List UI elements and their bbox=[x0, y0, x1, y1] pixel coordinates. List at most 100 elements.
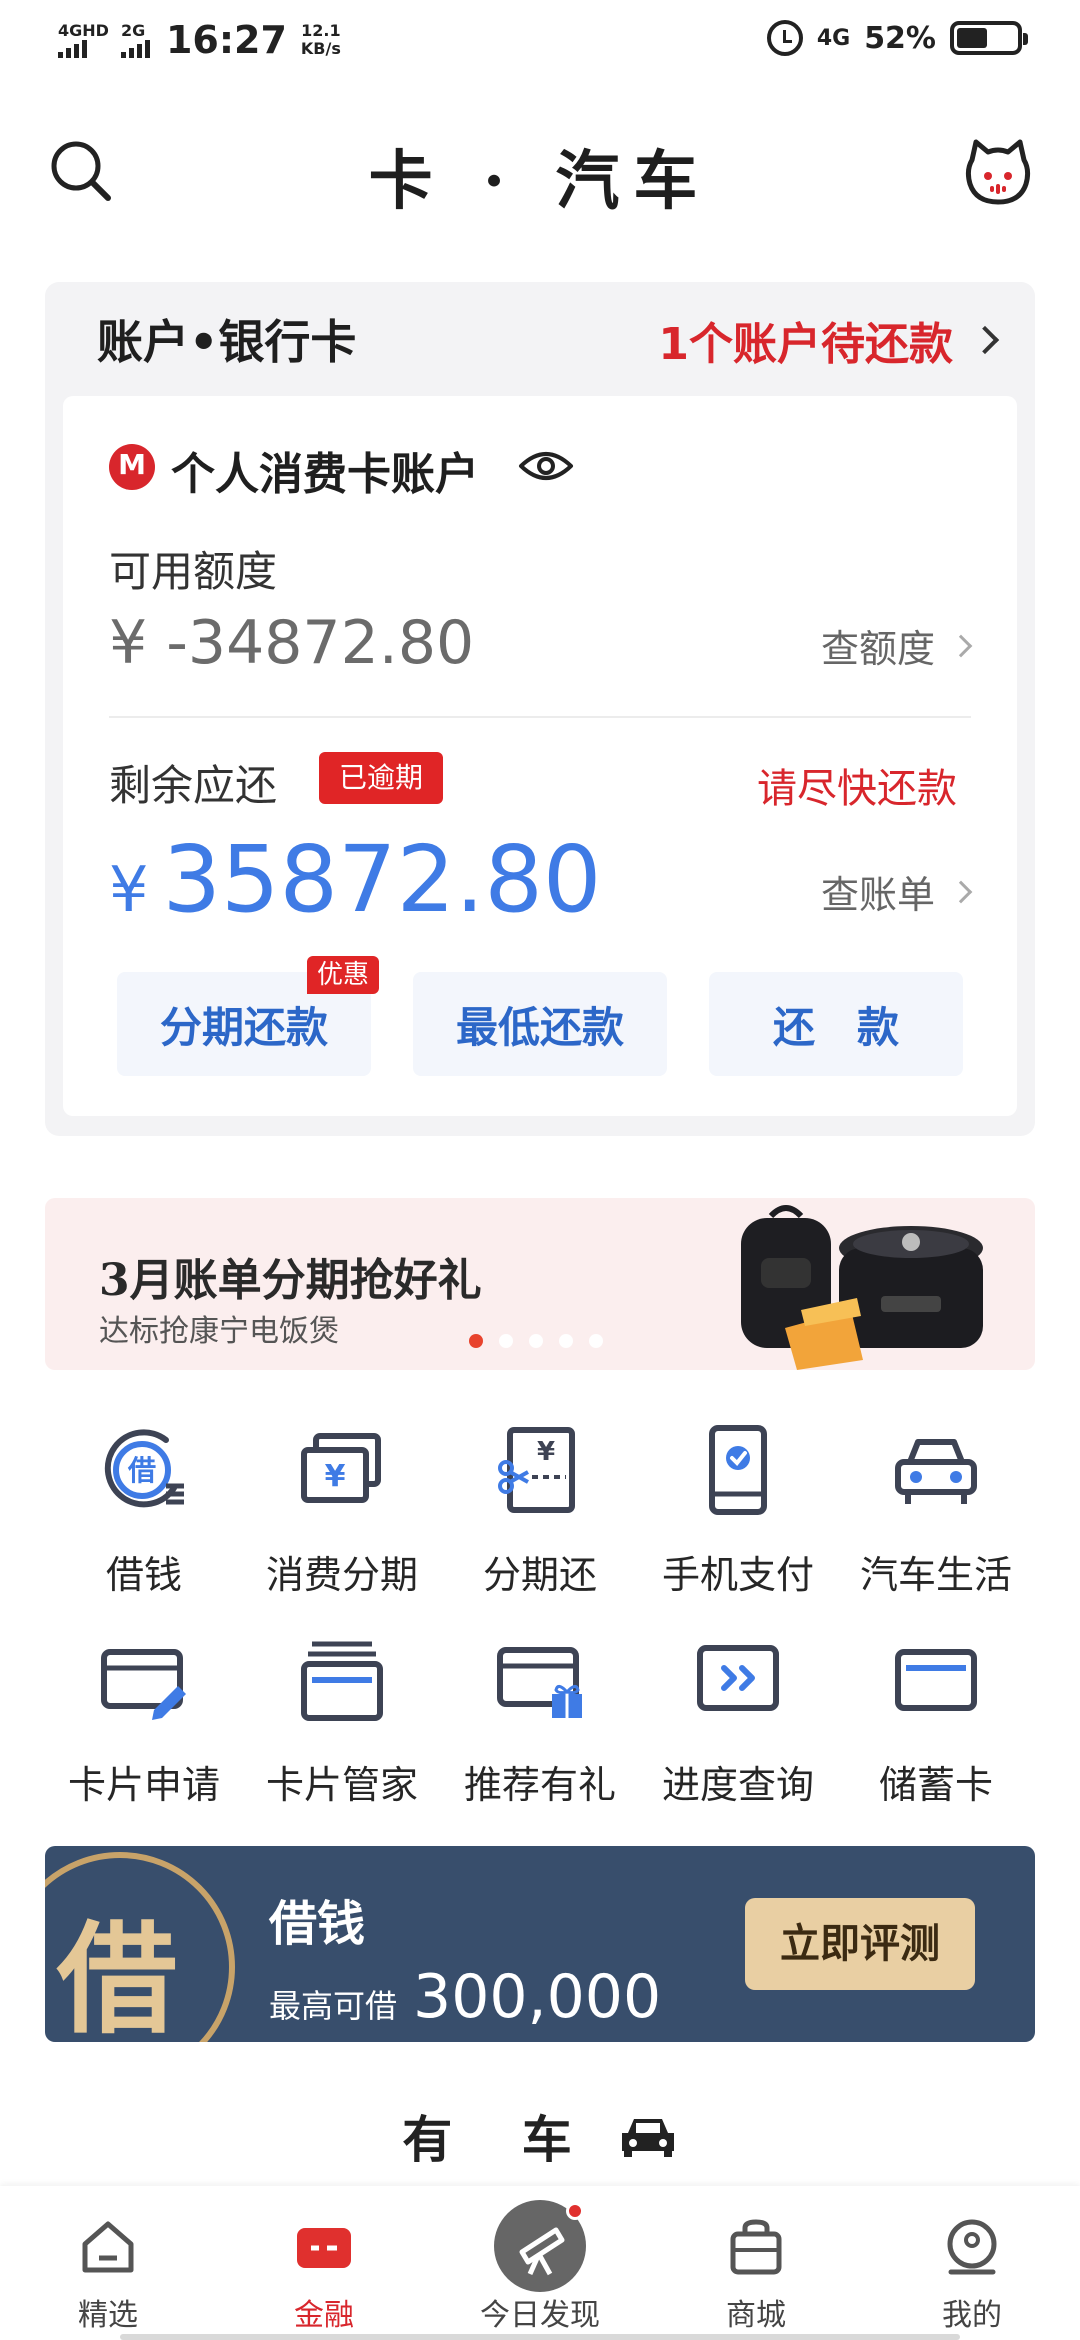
service-row: 借 借钱 ¥ 消费分期 ¥ 分期还 手机支付 汽车生活 bbox=[45, 1410, 1035, 1620]
loan-seal-character: 借 bbox=[57, 1909, 177, 2042]
nav-label: 金融 bbox=[294, 2298, 354, 2333]
promo-banner[interactable]: 3月账单分期抢好礼 达标抢康宁电饭煲 bbox=[45, 1198, 1035, 1370]
loan-title: 借钱 bbox=[269, 1896, 366, 1952]
service-item-progress-query[interactable]: 进度查询 bbox=[639, 1620, 837, 1830]
check-quota-link[interactable]: 查额度 bbox=[820, 618, 973, 673]
service-label: 卡片申请 bbox=[67, 1763, 220, 1807]
eye-icon[interactable] bbox=[518, 446, 574, 486]
service-item-debit-card[interactable]: 储蓄卡 bbox=[837, 1620, 1035, 1830]
signal-2: 2G bbox=[120, 21, 150, 58]
remaining-due-amount: ¥ 35872.80 bbox=[109, 826, 601, 933]
signal-bars-icon bbox=[120, 40, 150, 58]
service-label: 推荐有礼 bbox=[463, 1763, 616, 1807]
network-type-1: 4GHD bbox=[58, 21, 109, 40]
service-label: 卡片管家 bbox=[265, 1763, 418, 1807]
status-right: 4G 52% bbox=[766, 20, 1028, 56]
service-item-card-manager[interactable]: 卡片管家 bbox=[243, 1620, 441, 1830]
service-item-loan[interactable]: 借 借钱 bbox=[45, 1410, 243, 1620]
svg-text:借: 借 bbox=[127, 1454, 156, 1487]
section-title: 有 车 bbox=[402, 2110, 598, 2169]
bank-logo-icon bbox=[109, 444, 155, 490]
telescope-icon bbox=[494, 2200, 586, 2292]
loan-limit-label: 最高可借 bbox=[269, 1987, 398, 2025]
carousel-dot[interactable] bbox=[469, 1334, 483, 1348]
promo-subtitle: 达标抢康宁电饭煲 bbox=[99, 1314, 339, 1349]
service-label: 手机支付 bbox=[661, 1553, 814, 1597]
progress-query-icon bbox=[697, 1645, 779, 1711]
app-header: 卡 · 汽车 bbox=[0, 120, 1080, 220]
installment-repay-icon: ¥ bbox=[498, 1427, 575, 1513]
available-credit-label: 可用额度 bbox=[109, 547, 278, 596]
repay-button[interactable]: 还 款 bbox=[709, 972, 963, 1076]
status-left: 4GHD 2G 16:27 12.1 KB/s bbox=[58, 18, 341, 62]
home-icon bbox=[82, 2221, 134, 2273]
bottom-nav: 精选 金融 今日发现 商城 我的 bbox=[0, 2186, 1080, 2340]
nav-item-mall[interactable]: 商城 bbox=[648, 2186, 864, 2340]
service-grid: 借 借钱 ¥ 消费分期 ¥ 分期还 手机支付 汽车生活 卡片申请 卡片管家 推荐… bbox=[45, 1410, 1035, 1830]
nav-item-discover[interactable]: 今日发现 bbox=[432, 2186, 648, 2340]
divider bbox=[109, 716, 971, 718]
remaining-due-value: 35872.80 bbox=[162, 826, 602, 933]
car-icon bbox=[621, 2119, 674, 2157]
car-icon bbox=[895, 1439, 977, 1504]
evaluate-now-button[interactable]: 立即评测 bbox=[745, 1898, 975, 1990]
section-heading: 有 车 bbox=[0, 2100, 1080, 2172]
notification-dot bbox=[566, 2202, 584, 2220]
carousel-dot[interactable] bbox=[589, 1334, 603, 1348]
service-item-installment-repay[interactable]: ¥ 分期还 bbox=[441, 1410, 639, 1620]
nav-label: 我的 bbox=[942, 2298, 1002, 2333]
battery-icon bbox=[950, 21, 1028, 55]
nav-item-mine[interactable]: 我的 bbox=[864, 2186, 1080, 2340]
check-quota-label: 查额度 bbox=[820, 627, 935, 671]
cat-mascot-icon[interactable] bbox=[962, 136, 1034, 208]
shopping-bag-icon bbox=[730, 2219, 782, 2275]
service-item-referral[interactable]: 推荐有礼 bbox=[441, 1620, 639, 1830]
installment-card-icon: ¥ bbox=[301, 1433, 381, 1503]
nav-label: 商城 bbox=[726, 2298, 786, 2333]
account-section-title: 账户•银行卡 bbox=[97, 315, 357, 369]
repay-label: 还 款 bbox=[772, 1002, 899, 1052]
repay-button-row: 分期还款 优惠 最低还款 还 款 bbox=[117, 956, 963, 1076]
network-type-2: 2G bbox=[120, 21, 146, 40]
service-item-car-life[interactable]: 汽车生活 bbox=[837, 1410, 1035, 1620]
debit-card-icon bbox=[895, 1649, 977, 1711]
nav-item-finance[interactable]: 金融 bbox=[216, 2186, 432, 2340]
carousel-dot[interactable] bbox=[499, 1334, 513, 1348]
svg-text:¥: ¥ bbox=[325, 1459, 346, 1494]
service-item-consumer-installment[interactable]: ¥ 消费分期 bbox=[243, 1410, 441, 1620]
installment-repay-button[interactable]: 分期还款 优惠 bbox=[117, 956, 379, 1076]
clock: 16:27 bbox=[165, 18, 287, 62]
service-item-card-apply[interactable]: 卡片申请 bbox=[45, 1620, 243, 1830]
carousel-dot[interactable] bbox=[529, 1334, 543, 1348]
card-manager-icon bbox=[301, 1641, 383, 1721]
loan-banner[interactable]: 借 借钱 最高可借 300,000 立即评测 bbox=[45, 1846, 1035, 2042]
chevron-right-icon bbox=[949, 634, 973, 657]
profile-icon bbox=[947, 2219, 997, 2275]
speed-value: 12.1 bbox=[301, 21, 341, 40]
installment-repay-label: 分期还款 bbox=[159, 1002, 328, 1052]
currency-symbol: ¥ bbox=[109, 853, 149, 926]
loan-limit-amount: 300,000 bbox=[413, 1962, 662, 2032]
finance-icon bbox=[297, 2228, 351, 2268]
service-item-phone-pay[interactable]: 手机支付 bbox=[639, 1410, 837, 1620]
loan-icon: 借 bbox=[104, 1429, 184, 1508]
rice-cooker-product-image bbox=[741, 1205, 983, 1370]
chevron-right-icon bbox=[949, 880, 973, 903]
minimum-repay-button[interactable]: 最低还款 bbox=[413, 972, 667, 1076]
account-card: 账户•银行卡 1个账户待还款 个人消费卡账户 可用额度 ¥ -34872.80 … bbox=[45, 282, 1035, 1136]
remaining-due-label: 剩余应还 bbox=[109, 761, 278, 810]
nav-item-featured[interactable]: 精选 bbox=[0, 2186, 216, 2340]
available-credit-amount: ¥ -34872.80 bbox=[109, 608, 475, 678]
service-label: 汽车生活 bbox=[859, 1553, 1012, 1597]
minimum-repay-label: 最低还款 bbox=[455, 1002, 624, 1052]
due-notice-link[interactable]: 1个账户待还款 bbox=[658, 308, 1000, 372]
check-bill-link[interactable]: 查账单 bbox=[821, 864, 973, 919]
page-title: 卡 · 汽车 bbox=[368, 144, 712, 219]
signal-1: 4GHD bbox=[58, 22, 109, 58]
status-bar: 4GHD 2G 16:27 12.1 KB/s 4G 52% bbox=[0, 0, 1080, 82]
urge-repay-text: 请尽快还款 bbox=[757, 766, 957, 812]
nav-label: 今日发现 bbox=[480, 2298, 600, 2333]
service-label: 储蓄卡 bbox=[878, 1763, 993, 1807]
carousel-dot[interactable] bbox=[559, 1334, 573, 1348]
loan-limit: 最高可借 300,000 bbox=[269, 1962, 661, 2032]
